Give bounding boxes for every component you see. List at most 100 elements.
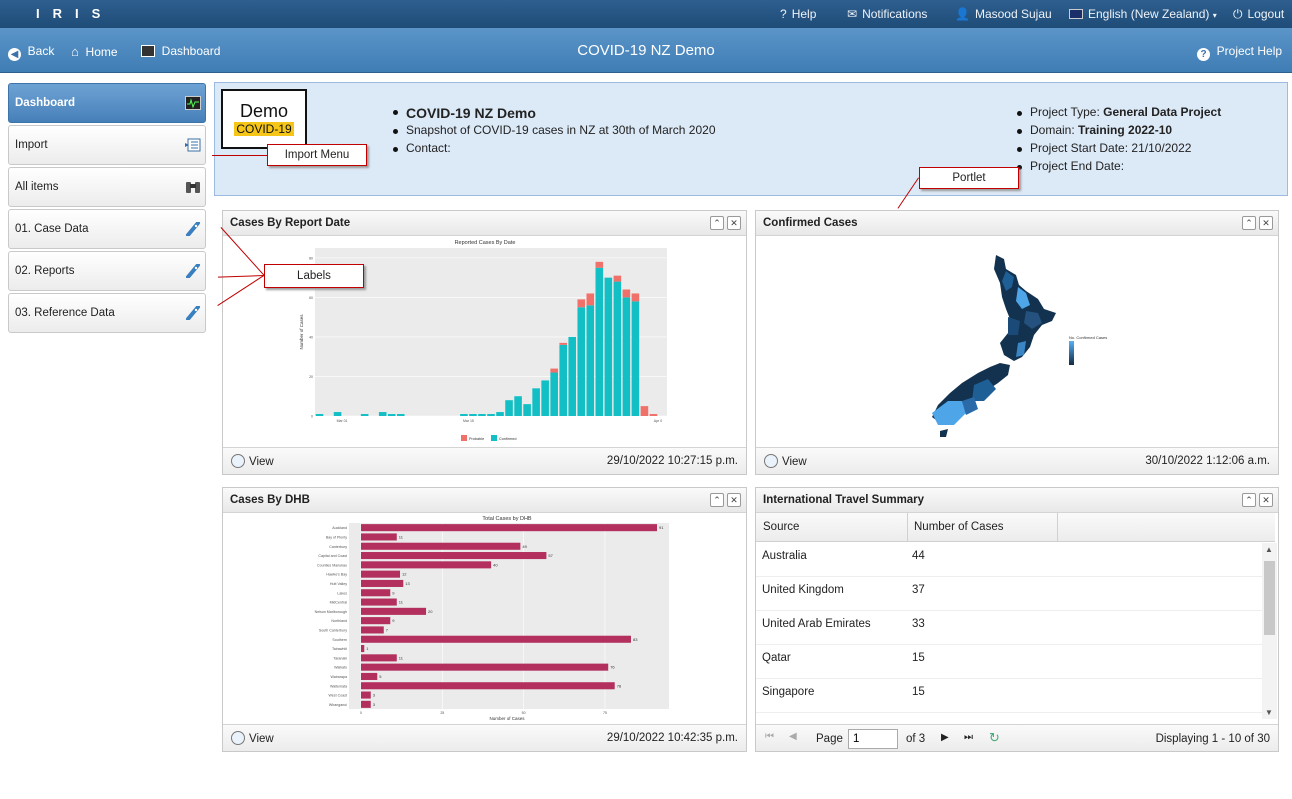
bar-confirmed [550,372,558,416]
vertical-scrollbar[interactable]: ▲ ▼ [1262,543,1277,719]
y-tick-label: Nelson Marlborough [315,610,347,614]
bar-confirmed [387,414,396,416]
caret-down-icon: ▾ [1212,11,1217,20]
portlet-footer: View 29/10/2022 10:42:35 p.m. [223,724,746,751]
view-button[interactable]: View [764,454,807,468]
cell-source: United Kingdom [762,584,844,596]
bar-confirmed [568,336,577,416]
portlet-international-travel-summary: International Travel Summary ⌃ ✕ Source … [755,487,1279,752]
legend-swatch-confirmed [491,435,497,441]
sidebar-item-case-data[interactable]: 01. Case Data [8,209,206,249]
project-snapshot: Snapshot of COVID-19 cases in NZ at 30th… [392,123,716,141]
paging-status: Displaying 1 - 10 of 30 [1155,733,1270,745]
project-end-date: Project End Date: [1016,159,1221,177]
table-row[interactable]: United Kingdom 37 [756,577,1262,611]
page-label: Page [816,733,843,745]
close-icon[interactable]: ✕ [727,216,741,230]
cell-cases: 15 [912,652,925,664]
project-type: Project Type: General Data Project [1016,105,1221,123]
cell-cases: 15 [912,686,925,698]
bar-dhb [361,607,427,615]
language-selector[interactable]: English (New Zealand) ▾ [1069,7,1217,21]
portlet-header: Cases By Report Date ⌃ ✕ [223,211,746,236]
callout-import-menu: Import Menu [267,144,367,166]
magnifier-icon [231,731,245,745]
scroll-up-icon[interactable]: ▲ [1265,545,1273,554]
user-icon: 👤 [955,7,970,21]
collapse-icon[interactable]: ⌃ [710,493,724,507]
bar-confirmed [360,414,369,416]
table-row[interactable]: Australia 44 [756,543,1262,577]
bar-confirmed [541,380,549,416]
cell-source: Australia [762,550,807,562]
collapse-icon[interactable]: ⌃ [710,216,724,230]
next-page-icon[interactable]: ▶ [941,732,949,743]
bar-confirmed [523,404,531,416]
sidebar-item-dashboard[interactable]: Dashboard [8,83,206,123]
bar-dhb [361,672,378,680]
bar-dhb [361,589,391,597]
cell-cases: 37 [912,584,925,596]
y-tick-label: Counties Manukau [317,563,347,567]
sidebar-item-reports[interactable]: 02. Reports [8,251,206,291]
y-tick-label: 60 [309,296,313,300]
close-icon[interactable]: ✕ [1259,493,1273,507]
table-row[interactable]: Singapore 15 [756,679,1262,713]
scroll-down-icon[interactable]: ▼ [1265,708,1273,717]
timestamp: 29/10/2022 10:42:35 p.m. [606,732,738,744]
user-menu[interactable]: 👤 Masood Sujau [955,7,1052,21]
bar-probable [577,299,586,308]
y-tick-label: Southern [332,638,347,642]
portlet-title: Cases By DHB [230,494,310,506]
view-button[interactable]: View [231,731,274,745]
bar-confirmed [315,414,324,416]
page-count: of 3 [906,733,926,745]
bar-dhb [361,691,371,699]
close-icon[interactable]: ✕ [1259,216,1273,230]
y-axis-label: Number of Cases [299,314,304,350]
sidebar-item-reference-data[interactable]: 03. Reference Data [8,293,206,333]
bar-dhb [361,524,657,532]
bar-dhb [361,654,397,662]
legend-swatch-probable [461,435,467,441]
page-number-input[interactable] [848,729,898,749]
x-tick-label: Apr 0 [654,419,662,423]
collapse-icon[interactable]: ⌃ [1242,493,1256,507]
bar-dhb [361,682,615,690]
portlet-footer: View 29/10/2022 10:27:15 p.m. [223,447,746,474]
envelope-icon: ✉ [847,7,858,21]
bar-confirmed [532,388,540,416]
project-help-button[interactable]: ? Project Help [1197,44,1282,61]
last-page-icon[interactable]: ⏭ [964,732,973,743]
y-tick-label: Waikato [334,666,347,670]
y-tick-label: Capital and Coast [318,554,347,558]
logout-link[interactable]: ⏻ Logout [1233,7,1284,22]
scroll-thumb[interactable] [1264,561,1275,635]
bar-confirmed [478,414,486,416]
bar-probable [622,289,631,298]
magnifier-icon [231,454,245,468]
view-button[interactable]: View [231,454,274,468]
notifications-link[interactable]: ✉ Notifications [847,7,927,21]
bar-confirmed [577,307,586,416]
collapse-icon[interactable]: ⌃ [1242,216,1256,230]
callout-line [212,155,267,156]
portlet-title: Confirmed Cases [763,217,858,229]
close-icon[interactable]: ✕ [727,493,741,507]
column-header-source[interactable]: Source [763,521,799,533]
column-header-number-of-cases[interactable]: Number of Cases [914,521,1003,533]
bar-confirmed [496,412,504,416]
table-row[interactable]: United Arab Emirates 33 [756,611,1262,645]
help-link[interactable]: ? Help [780,7,816,21]
sidebar-item-all-items[interactable]: All items [8,167,206,207]
prev-page-icon[interactable]: ◀ [789,731,797,742]
table-row[interactable]: Qatar 15 [756,645,1262,679]
sidebar-item-import[interactable]: Import [8,125,206,165]
bar-dhb [361,663,609,671]
power-icon: ⏻ [1233,7,1243,21]
bar-probable [640,406,649,416]
first-page-icon[interactable]: ⏮ [765,731,774,742]
x-tick-label: 50 [522,711,526,715]
sidebar: Dashboard Import All items 01. Case Data… [8,83,206,335]
refresh-icon[interactable]: ↻ [989,730,1000,746]
